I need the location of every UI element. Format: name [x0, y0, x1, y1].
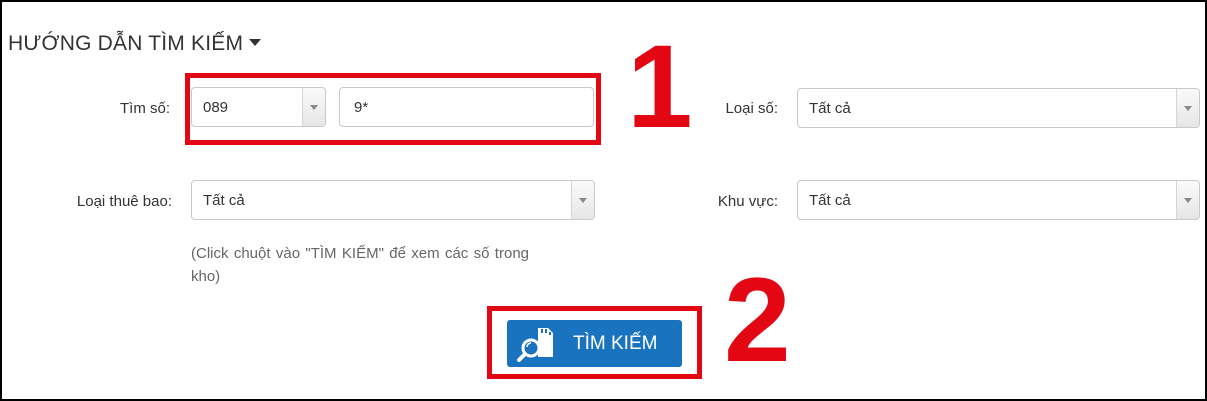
- tim-so-label: Tìm số:: [119, 100, 170, 117]
- khu-vuc-value: Tất cả: [809, 192, 851, 209]
- step-number-1: 1: [627, 21, 693, 153]
- caret-down-icon: [249, 38, 262, 46]
- highlight-box-2: [487, 306, 702, 379]
- loai-so-select[interactable]: Tất cả: [797, 88, 1200, 128]
- step-number-2: 2: [724, 253, 791, 387]
- search-panel: HƯỚNG DẪN TÌM KIẾM Tìm số: 089 9* Loại s…: [0, 0, 1207, 401]
- khu-vuc-select[interactable]: Tất cả: [797, 180, 1200, 220]
- chevron-down-icon: [1176, 89, 1199, 127]
- loai-thue-bao-label: Loại thuê bao:: [76, 193, 172, 210]
- khu-vuc-label: Khu vực:: [717, 193, 778, 210]
- chevron-down-icon: [1176, 181, 1199, 219]
- loai-thue-bao-select[interactable]: Tất cả: [191, 180, 595, 220]
- highlight-box-1: [185, 73, 601, 145]
- search-guide-toggle[interactable]: HƯỚNG DẪN TÌM KIẾM: [8, 32, 262, 56]
- search-hint: (Click chuột vào "TÌM KIẾM" để xem các s…: [191, 245, 529, 285]
- chevron-down-icon: [571, 181, 594, 219]
- page-title: HƯỚNG DẪN TÌM KIẾM: [8, 32, 244, 55]
- loai-so-value: Tất cả: [809, 100, 851, 117]
- loai-so-label: Loại số:: [725, 100, 778, 117]
- loai-thue-bao-value: Tất cả: [203, 192, 245, 209]
